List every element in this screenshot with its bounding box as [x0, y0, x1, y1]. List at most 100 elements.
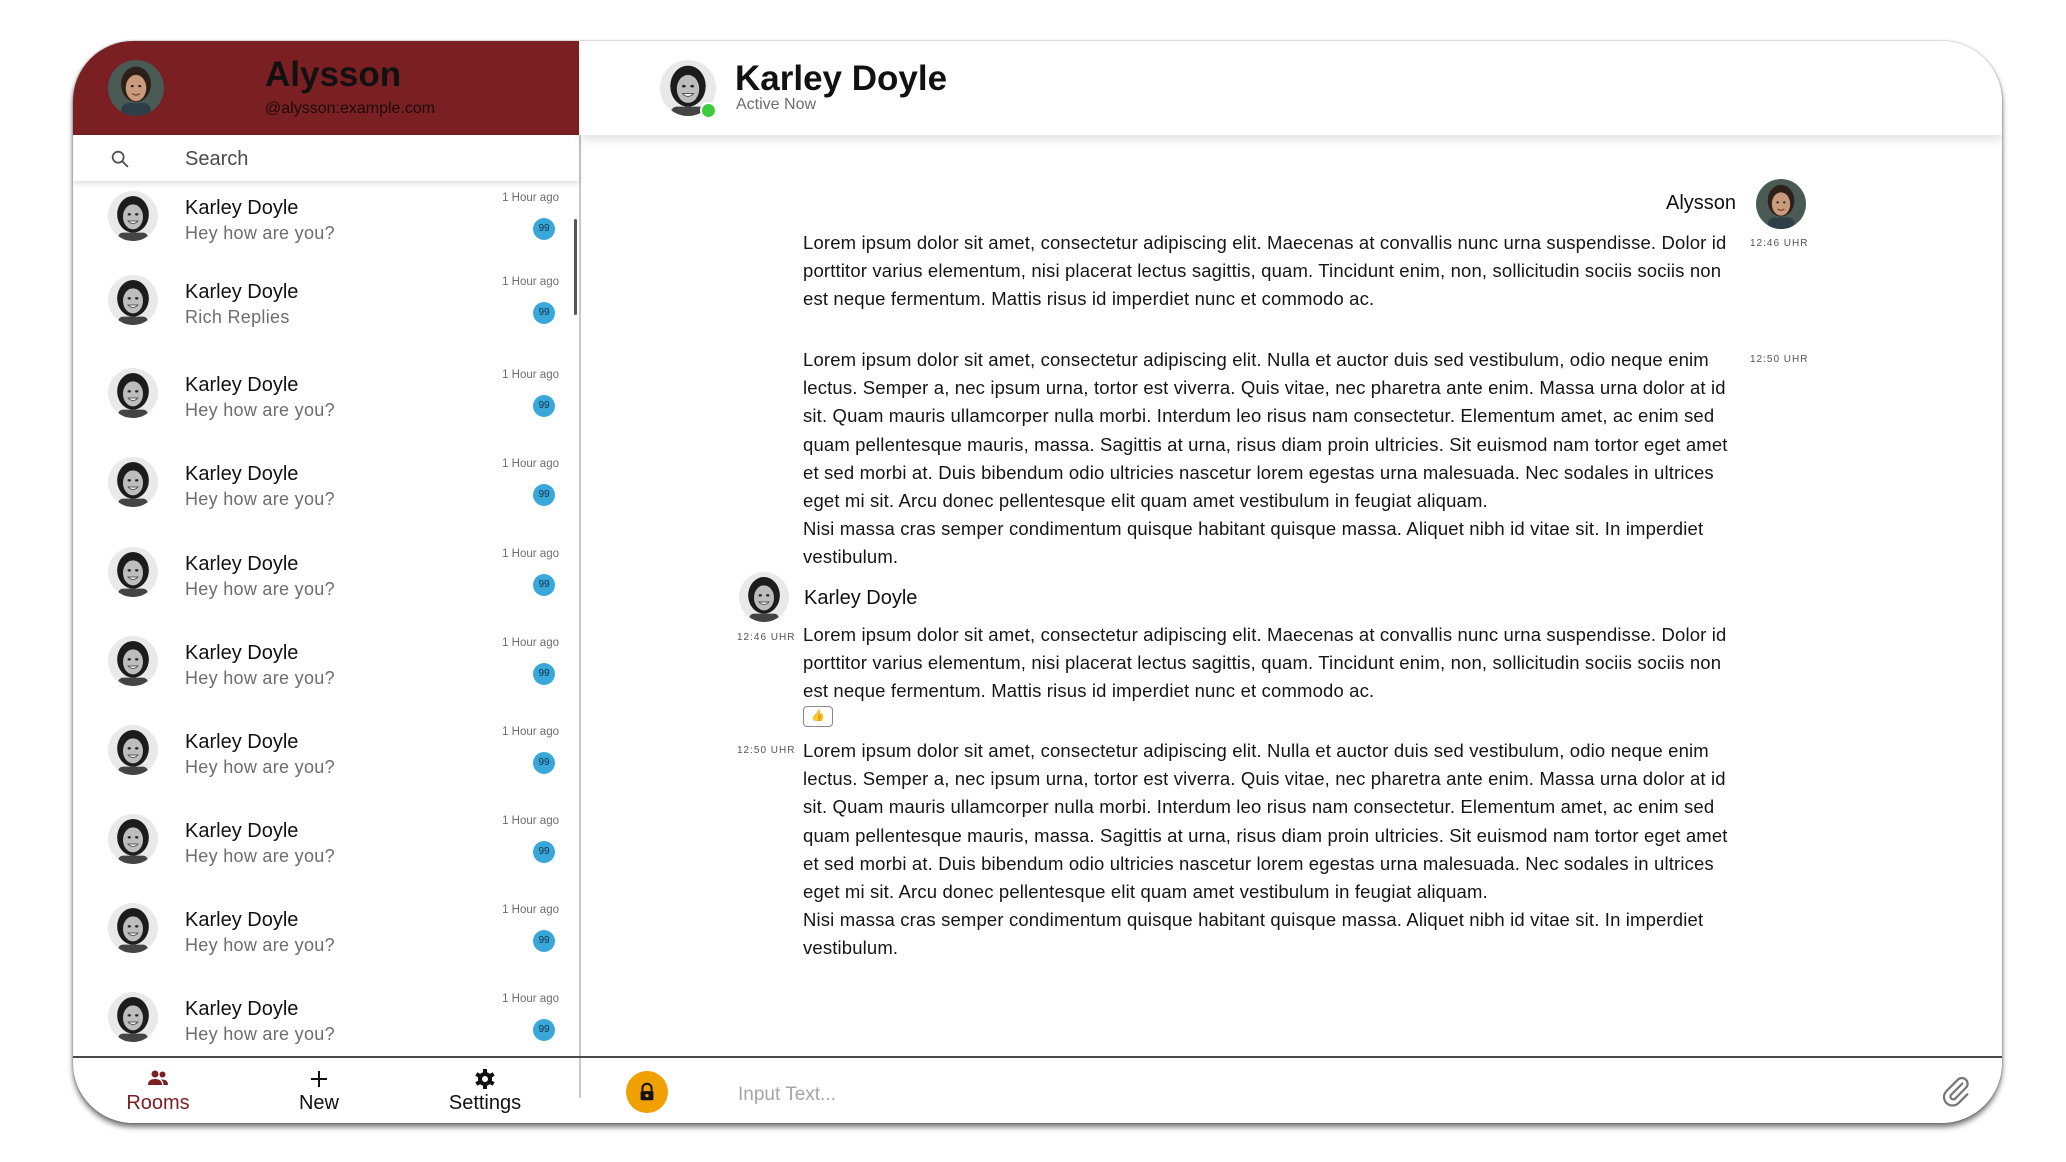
chat-header: Karley Doyle Active Now — [581, 41, 2002, 135]
nav-rooms-label: Rooms — [126, 1092, 190, 1114]
room-preview: Hey how are you? — [185, 935, 335, 955]
room-time: 1 Hour ago — [502, 993, 559, 1005]
room-avatar — [108, 275, 158, 325]
room-time: 1 Hour ago — [502, 369, 559, 381]
room-name: Karley Doyle — [185, 197, 299, 219]
unread-badge: 99 — [533, 841, 555, 863]
message-text: Lorem ipsum dolor sit amet, consectetur … — [803, 232, 1727, 310]
gear-icon — [475, 1069, 495, 1089]
unread-badge: 99 — [533, 395, 555, 417]
user-avatar[interactable] — [108, 60, 164, 116]
message-author: Karley Doyle — [804, 587, 918, 609]
room-avatar — [108, 636, 158, 686]
room-avatar — [108, 457, 158, 507]
search-icon[interactable] — [109, 148, 131, 170]
room-item[interactable]: Karley Doyle Hey how are you? 1 Hour ago… — [73, 804, 579, 892]
room-name: Karley Doyle — [185, 820, 299, 842]
room-time: 1 Hour ago — [502, 192, 559, 204]
message-time: 12:46 UHR — [737, 632, 796, 643]
room-preview: Hey how are you? — [185, 489, 335, 509]
room-name: Karley Doyle — [185, 463, 299, 485]
room-item[interactable]: Karley Doyle Hey how are you? 1 Hour ago… — [73, 626, 579, 714]
online-indicator — [700, 102, 717, 119]
room-avatar — [108, 547, 158, 597]
room-name: Karley Doyle — [185, 281, 299, 303]
room-item[interactable]: Karley Doyle Hey how are you? 1 Hour ago… — [73, 537, 579, 625]
nav-new-label: New — [298, 1092, 339, 1114]
user-name: Alysson — [265, 55, 402, 94]
room-item[interactable]: Karley Doyle Hey how are you? 1 Hour ago… — [73, 893, 579, 981]
people-icon — [148, 1070, 168, 1085]
room-avatar — [108, 191, 158, 241]
room-name: Karley Doyle — [185, 909, 299, 931]
room-time: 1 Hour ago — [502, 458, 559, 470]
message-text: Lorem ipsum dolor sit amet, consectetur … — [803, 624, 1727, 702]
room-list: Karley Doyle Hey how are you? 1 Hour ago… — [73, 181, 579, 1098]
unread-badge: 99 — [533, 752, 555, 774]
message-text: Lorem ipsum dolor sit amet, consectetur … — [803, 349, 1728, 568]
room-item[interactable]: Karley Doyle Rich Replies 1 Hour ago 99 — [73, 265, 579, 353]
nav-settings[interactable]: Settings — [415, 1058, 555, 1118]
room-preview: Rich Replies — [185, 307, 290, 327]
room-preview: Hey how are you? — [185, 579, 335, 599]
peer-name: Karley Doyle — [735, 59, 948, 98]
room-preview: Hey how are you? — [185, 846, 335, 866]
unread-badge: 99 — [533, 930, 555, 952]
room-avatar — [108, 814, 158, 864]
plus-icon — [311, 1071, 327, 1087]
encryption-lock-button[interactable] — [626, 1071, 668, 1113]
room-time: 1 Hour ago — [502, 815, 559, 827]
unread-badge: 99 — [533, 218, 555, 240]
message-time: 12:50 UHR — [1750, 354, 1809, 365]
paperclip-icon[interactable] — [1939, 1075, 1973, 1109]
room-avatar — [108, 903, 158, 953]
app-window: Alysson @alysson:example.com Karley Doyl… — [73, 41, 2002, 1123]
unread-badge: 99 — [533, 484, 555, 506]
room-item[interactable]: Karley Doyle Hey how are you? 1 Hour ago… — [73, 447, 579, 535]
pane-divider — [579, 135, 581, 1098]
room-avatar — [108, 992, 158, 1042]
message-text: Lorem ipsum dolor sit amet, consectetur … — [803, 740, 1728, 959]
room-preview: Hey how are you? — [185, 757, 335, 777]
message-time: 12:46 UHR — [1750, 238, 1809, 249]
room-name: Karley Doyle — [185, 731, 299, 753]
room-preview: Hey how are you? — [185, 668, 335, 688]
room-avatar — [108, 725, 158, 775]
nav-new[interactable]: New — [249, 1058, 389, 1118]
message-avatar[interactable] — [1756, 179, 1806, 229]
lock-icon — [640, 1082, 654, 1101]
unread-badge: 99 — [533, 1019, 555, 1041]
room-time: 1 Hour ago — [502, 904, 559, 916]
user-handle: @alysson:example.com — [265, 100, 436, 117]
profile-header: Alysson @alysson:example.com — [73, 41, 579, 135]
room-item[interactable]: Karley Doyle Hey how are you? 1 Hour ago… — [73, 181, 579, 269]
search-bar — [73, 135, 579, 181]
thumbs-up-reaction[interactable]: 👍 — [803, 706, 833, 727]
message-time: 12:50 UHR — [737, 745, 796, 756]
room-time: 1 Hour ago — [502, 548, 559, 560]
room-avatar — [108, 368, 158, 418]
room-item[interactable]: Karley Doyle Hey how are you? 1 Hour ago… — [73, 358, 579, 446]
room-item[interactable]: Karley Doyle Hey how are you? 1 Hour ago… — [73, 715, 579, 803]
room-name: Karley Doyle — [185, 553, 299, 575]
room-name: Karley Doyle — [185, 374, 299, 396]
unread-badge: 99 — [533, 302, 555, 324]
message-input[interactable] — [736, 1078, 1740, 1112]
nav-rooms[interactable]: Rooms — [88, 1058, 228, 1118]
room-name: Karley Doyle — [185, 998, 299, 1020]
room-name: Karley Doyle — [185, 642, 299, 664]
unread-badge: 99 — [533, 574, 555, 596]
nav-settings-label: Settings — [448, 1092, 522, 1114]
message-avatar[interactable] — [739, 572, 789, 622]
room-preview: Hey how are you? — [185, 400, 335, 420]
room-list-scrollbar[interactable] — [574, 219, 577, 315]
room-time: 1 Hour ago — [502, 726, 559, 738]
unread-badge: 99 — [533, 663, 555, 685]
message-author: Alysson — [1666, 192, 1737, 214]
search-input[interactable] — [183, 143, 547, 175]
room-time: 1 Hour ago — [502, 276, 559, 288]
room-preview: Hey how are you? — [185, 223, 335, 243]
peer-status: Active Now — [736, 96, 817, 113]
room-preview: Hey how are you? — [185, 1024, 335, 1044]
room-time: 1 Hour ago — [502, 637, 559, 649]
